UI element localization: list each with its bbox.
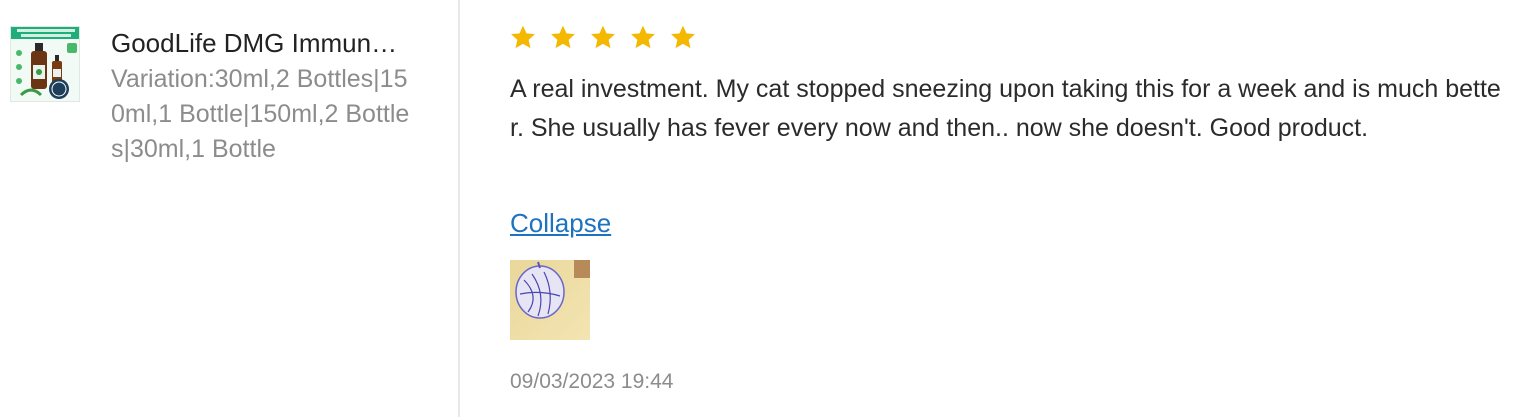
collapse-link[interactable]: Collapse (510, 207, 611, 239)
review-content: A real investment. My cat stopped sneezi… (510, 0, 1520, 417)
review-photo-thumbnail[interactable] (510, 260, 590, 340)
star-icon (551, 25, 575, 49)
review-photo (510, 260, 590, 340)
product-thumbnail[interactable] (10, 26, 80, 102)
product-bottle-image (11, 27, 79, 101)
star-icon (631, 25, 655, 49)
product-info: GoodLife DMG Immune Booster Variation:30… (0, 0, 460, 417)
star-icon (671, 25, 695, 49)
product-name[interactable]: GoodLife DMG Immune Booster (111, 28, 411, 58)
review-date: 09/03/2023 19:44 (510, 370, 674, 393)
review-item: GoodLife DMG Immune Booster Variation:30… (0, 0, 1532, 417)
star-icon (591, 25, 615, 49)
star-rating (510, 24, 696, 54)
product-variation: Variation:30ml,2 Bottles|150ml,1 Bottle|… (111, 65, 410, 163)
review-text: A real investment. My cat stopped sneezi… (510, 75, 1501, 142)
star-icon (511, 25, 535, 49)
